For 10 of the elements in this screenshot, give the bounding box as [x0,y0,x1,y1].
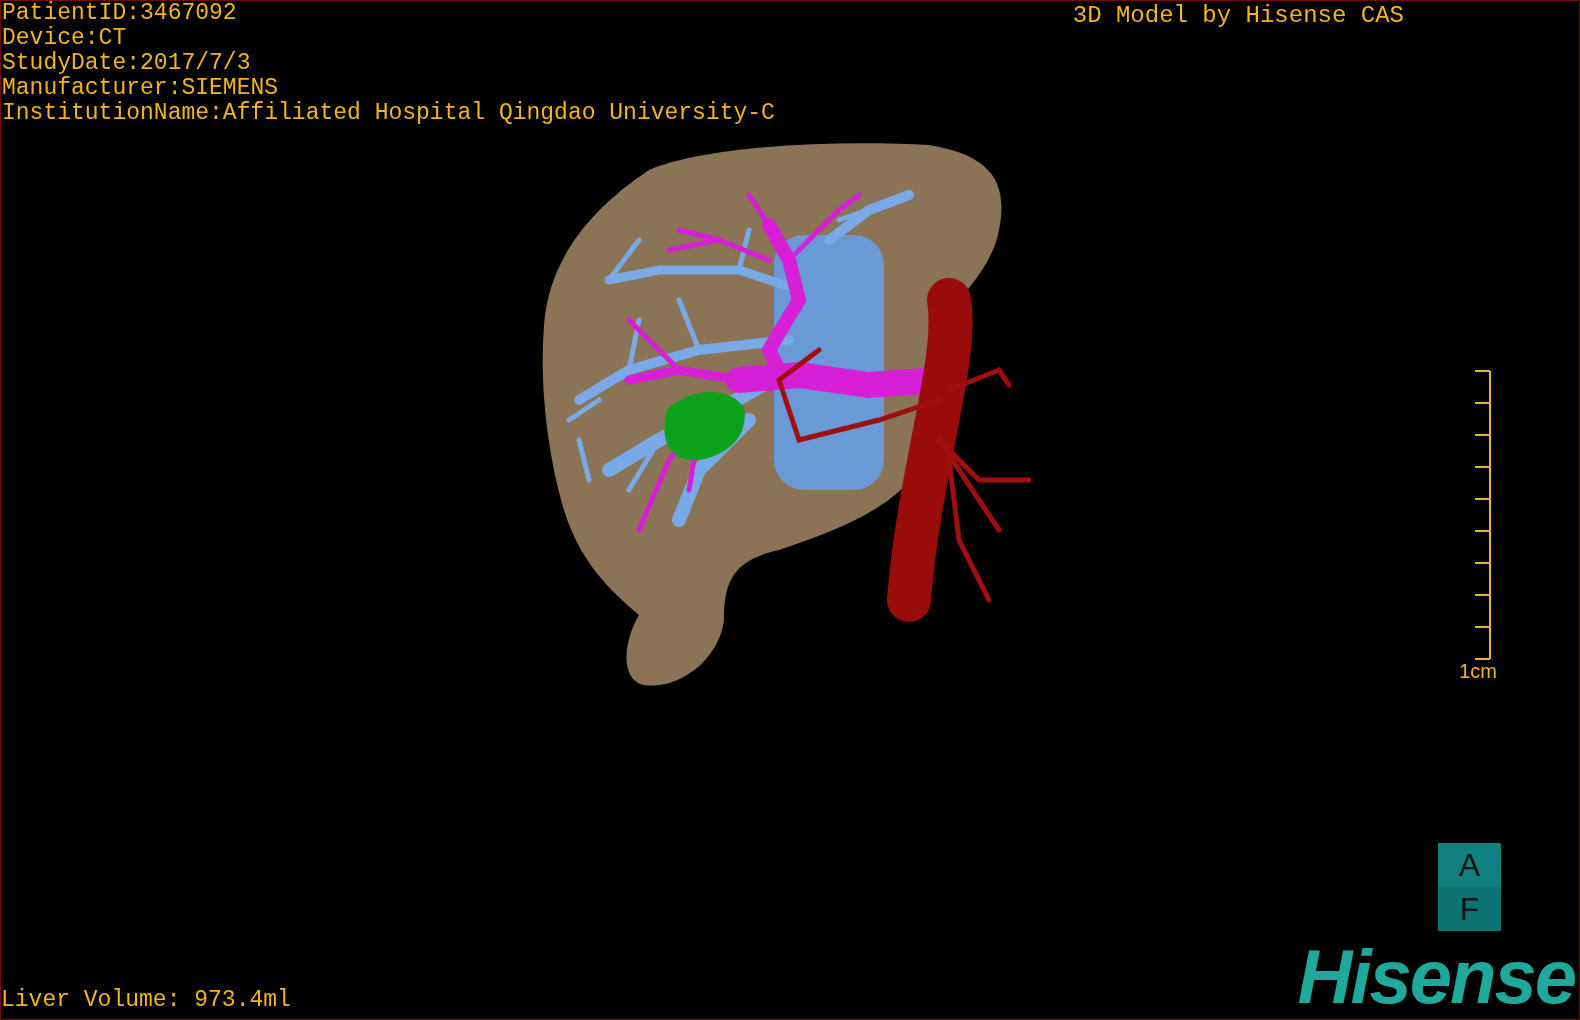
scale-label: 1cm [1459,660,1497,682]
patient-info-line: Device:CT [2,26,127,51]
orientation-cube[interactable]: A F [1438,843,1501,931]
model-title: 3D Model by Hisense CAS [1072,1,1404,31]
patient-info-line: InstitutionName:Affiliated Hospital Qingdao University-C [2,101,775,126]
patient-info-line: Manufacturer:SIEMENS [2,76,279,101]
patient-info-line: StudyDate:2017/7/3 [2,51,251,76]
liver-volume: Liver Volume: 973.4ml [1,987,291,1013]
patient-info-line: PatientID:3467092 [2,1,237,26]
logo: Hisense [1297,941,1575,1013]
